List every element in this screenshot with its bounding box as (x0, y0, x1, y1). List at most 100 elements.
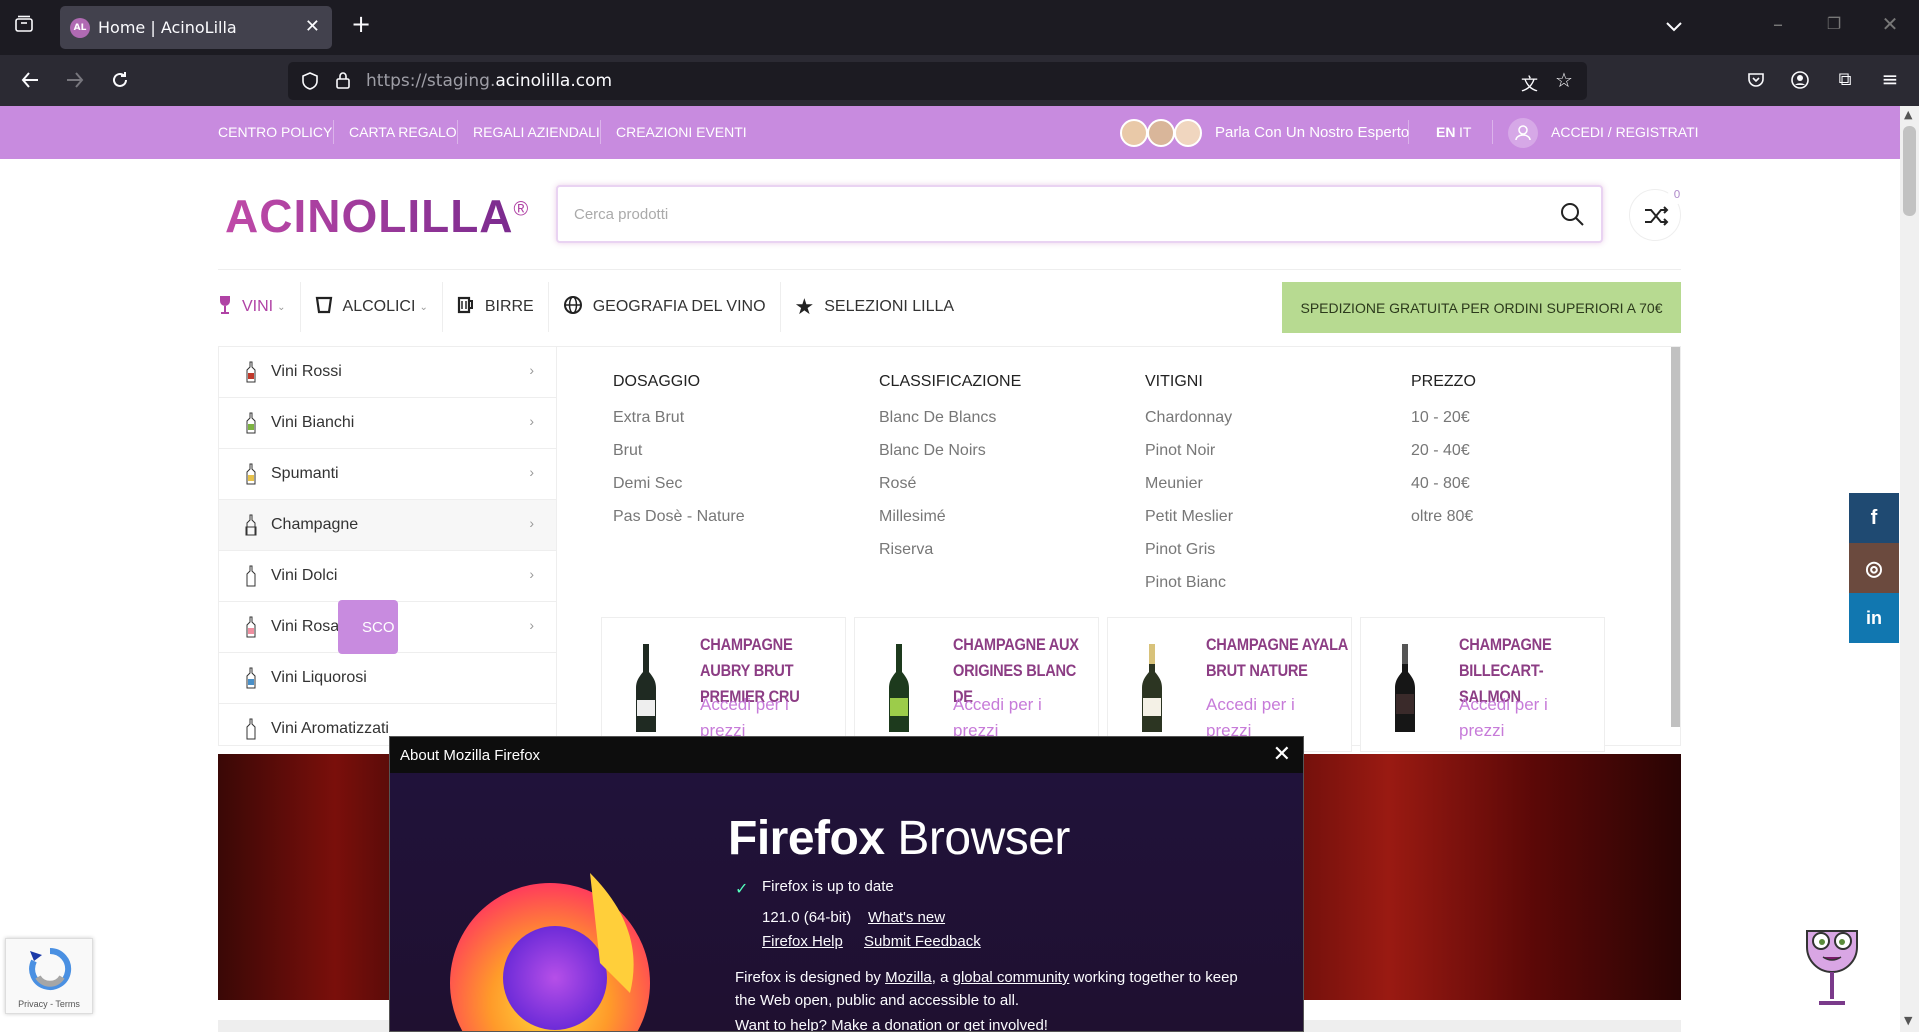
mega-link[interactable]: Blanc De Blancs (879, 401, 1021, 434)
pocket-icon[interactable] (1742, 70, 1770, 93)
mega-link[interactable]: Meunier (1145, 467, 1233, 500)
column-title: CLASSIFICAZIONE (879, 373, 1022, 390)
translate-icon[interactable]: 文 (1521, 70, 1538, 95)
bookmark-star-icon[interactable]: ☆ (1555, 68, 1573, 92)
mega-link[interactable]: Pas Dosè - Nature (613, 500, 745, 533)
wine-bottle-image (636, 644, 656, 732)
firefox-help-link[interactable]: Firefox Help (762, 933, 843, 950)
brand-bold: Firefox (728, 812, 885, 865)
reload-icon[interactable] (106, 70, 134, 93)
mega-link[interactable]: Blanc De Noirs (879, 434, 1021, 467)
mega-link[interactable]: Demi Sec (613, 467, 745, 500)
mega-link[interactable]: 10 - 20€ (1411, 401, 1476, 434)
sidebar-item-vini-dolci[interactable]: Vini Dolci › (219, 551, 556, 602)
user-icon[interactable] (1508, 118, 1538, 148)
brand-light: Browser (884, 812, 1070, 865)
sidebar-item-vini-bianchi[interactable]: Vini Bianchi › (219, 398, 556, 449)
submit-feedback-link[interactable]: Submit Feedback (864, 933, 981, 950)
page-scrollbar-thumb[interactable] (1903, 126, 1916, 216)
sidebar-item-champagne[interactable]: Champagne › (219, 500, 556, 551)
whats-new-link[interactable]: What's new (868, 909, 945, 926)
mozilla-link[interactable]: Mozilla (885, 969, 932, 986)
window-close-icon[interactable]: ✕ (1876, 14, 1904, 34)
lang-it[interactable]: IT (1459, 124, 1471, 140)
avatar (1120, 119, 1148, 147)
back-icon[interactable] (16, 70, 44, 93)
extensions-icon[interactable]: ⧉ (1831, 70, 1859, 90)
nav-item-birre[interactable]: BIRRE (457, 282, 549, 332)
mega-link[interactable]: Petit Meslier (1145, 500, 1233, 533)
sidebar-item-vini-rossi[interactable]: Vini Rossi › (219, 347, 556, 398)
mega-link[interactable]: Rosé (879, 467, 1021, 500)
chat-mascot-icon[interactable] (1803, 917, 1861, 1007)
mega-link[interactable]: 40 - 80€ (1411, 467, 1476, 500)
mega-menu-scrollbar[interactable] (1671, 347, 1680, 727)
window-restore-icon[interactable]: ❐ (1820, 14, 1848, 34)
sidebar-item-label: Vini Aromatizzati (271, 720, 389, 737)
mega-link[interactable]: Pinot Gris (1145, 533, 1233, 566)
lang-en[interactable]: EN (1436, 124, 1455, 140)
forward-icon[interactable] (61, 70, 89, 93)
product-price-login[interactable]: Accedi per i prezzi (1459, 692, 1589, 744)
recaptcha-icon (29, 947, 72, 990)
product-card[interactable]: CHAMPAGNE AUBRY BRUT PREMIER CRU Accedi … (601, 617, 846, 752)
tab-close-icon[interactable]: ✕ (305, 16, 320, 37)
sidebar-item-vini-liquorosi[interactable]: Vini Liquorosi (219, 653, 556, 704)
recaptcha-badge[interactable]: Privacy - Terms (5, 938, 93, 1014)
search-icon[interactable] (1559, 201, 1585, 227)
page-scrollbar[interactable]: ▲ ▼ (1900, 106, 1919, 1032)
site-logo[interactable]: ACINOLILLA® (225, 189, 529, 243)
expert-link[interactable]: Parla Con Un Nostro Esperto (1215, 124, 1409, 141)
beer-icon (457, 296, 475, 319)
tab-list-icon[interactable] (10, 14, 38, 37)
window-minimize-icon[interactable]: – (1764, 14, 1792, 34)
close-icon[interactable]: ✕ (1273, 743, 1291, 765)
mega-link[interactable]: Brut (613, 434, 745, 467)
scroll-up-icon[interactable]: ▲ (1904, 108, 1912, 121)
recaptcha-text[interactable]: Privacy - Terms (6, 999, 92, 1009)
sidebar-item-spumanti[interactable]: Spumanti › (219, 449, 556, 500)
url-bar[interactable]: https://staging. acinolilla.com 文 ☆ (288, 62, 1587, 100)
list-all-tabs-icon[interactable] (1660, 16, 1688, 36)
product-card[interactable]: CHAMPAGNE BILLECART-SALMON Accedi per i … (1360, 617, 1605, 752)
nav-label: GEOGRAFIA DEL VINO (592, 298, 766, 315)
search-input[interactable] (558, 187, 1458, 241)
sidebar-item-label: Vini Bianchi (271, 414, 355, 431)
wine-bottle-image (889, 644, 909, 732)
instagram-icon[interactable]: ◎ (1849, 543, 1899, 593)
mega-menu-panel: DOSAGGIO Extra Brut Brut Demi Sec Pas Do… (557, 346, 1681, 752)
topbar-link-carta-regalo[interactable]: CARTA REGALO (349, 124, 457, 140)
lock-icon[interactable] (334, 70, 352, 95)
mega-link[interactable]: Riserva (879, 533, 1021, 566)
expert-avatars[interactable] (1120, 119, 1205, 147)
nav-item-selezioni-lilla[interactable]: ★ SELEZIONI LILLA (795, 282, 969, 332)
facebook-icon[interactable]: f (1849, 493, 1899, 543)
mega-link[interactable]: Millesimé (879, 500, 1021, 533)
mega-link[interactable]: Extra Brut (613, 401, 745, 434)
login-register-link[interactable]: ACCEDI / REGISTRATI (1551, 124, 1699, 140)
mega-link[interactable]: Pinot Bianc (1145, 566, 1233, 599)
product-name[interactable]: CHAMPAGNE AYALA BRUT NATURE (1206, 632, 1348, 684)
nav-item-vini[interactable]: VINI ⌄ (218, 282, 301, 332)
scroll-down-icon[interactable]: ▼ (1904, 1014, 1912, 1027)
topbar-link-centro-policy[interactable]: CENTRO POLICY (218, 124, 332, 140)
topbar-link-regali-aziendali[interactable]: REGALI AZIENDALI (473, 124, 600, 140)
mega-link[interactable]: Pinot Noir (1145, 434, 1233, 467)
hero-cta-button[interactable]: SCO (338, 600, 398, 654)
global-community-link[interactable]: global community (953, 969, 1070, 986)
topbar-link-creazioni-eventi[interactable]: CREAZIONI EVENTI (616, 124, 747, 140)
mega-link[interactable]: Chardonnay (1145, 401, 1233, 434)
menu-hamburger-icon[interactable]: ≡ (1876, 69, 1904, 89)
tracking-protection-icon[interactable] (300, 71, 320, 96)
mega-link[interactable]: oltre 80€ (1411, 500, 1476, 533)
account-icon[interactable] (1786, 70, 1814, 93)
mega-link[interactable]: 20 - 40€ (1411, 434, 1476, 467)
browser-tab-active[interactable]: AL Home | AcinoLilla ✕ (60, 6, 332, 49)
linkedin-icon[interactable]: in (1849, 593, 1899, 643)
new-tab-icon[interactable]: + (347, 12, 375, 36)
product-card[interactable]: CHAMPAGNE AYALA BRUT NATURE Accedi per i… (1107, 617, 1352, 752)
text: , a (931, 969, 953, 986)
nav-item-geografia[interactable]: GEOGRAFIA DEL VINO (563, 282, 781, 332)
nav-item-alcolici[interactable]: ALCOLICI ⌄ (315, 282, 443, 332)
product-card[interactable]: CHAMPAGNE AUX ORIGINES BLANC DE Accedi p… (854, 617, 1099, 752)
